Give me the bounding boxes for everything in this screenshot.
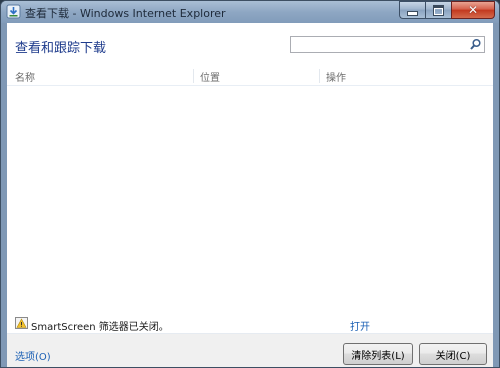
smartscreen-message: SmartScreen 筛选器已关闭。 [31,322,169,333]
ie-download-icon [6,4,21,19]
column-header-actions[interactable]: 操作 [326,69,346,84]
minimize-icon [407,10,418,16]
column-header-location[interactable]: 位置 [200,69,220,84]
maximize-button[interactable] [425,1,451,19]
smartscreen-turn-on-link[interactable]: 打开 [350,318,370,333]
shield-warning-icon [15,317,28,329]
caption-buttons: ✕ [399,1,495,19]
column-divider[interactable] [193,69,194,83]
close-icon: ✕ [467,3,479,17]
close-button[interactable]: 关闭(C) [419,343,487,365]
column-header-name[interactable]: 名称 [15,69,35,84]
downloads-window: 查看下载 - Windows Internet Explorer ✕ 查看和跟踪… [0,0,500,368]
clear-list-button[interactable]: 清除列表(L) [343,343,413,365]
page-title: 查看和跟踪下载 [15,41,107,56]
close-window-button[interactable]: ✕ [451,1,495,19]
window-title: 查看下载 - Windows Internet Explorer [25,7,226,20]
minimize-button[interactable] [399,1,425,19]
search-input[interactable] [291,37,473,52]
downloads-list [7,86,493,309]
options-link[interactable]: 选项(O) [15,348,51,363]
smartscreen-status: SmartScreen 筛选器已关闭。 打开 [7,313,493,334]
column-header-row: 名称 位置 操作 [7,67,493,86]
maximize-icon [433,4,444,16]
column-divider[interactable] [319,69,320,83]
downloads-panel: 查看和跟踪下载 名称 位置 操作 SmartScreen 筛选器已关闭。 打开 … [7,23,493,367]
search-box[interactable] [290,36,485,53]
footer-bar: 选项(O) 清除列表(L) 关闭(C) [7,334,493,367]
search-icon[interactable] [469,38,482,51]
title-bar[interactable]: 查看下载 - Windows Internet Explorer ✕ [1,1,499,23]
